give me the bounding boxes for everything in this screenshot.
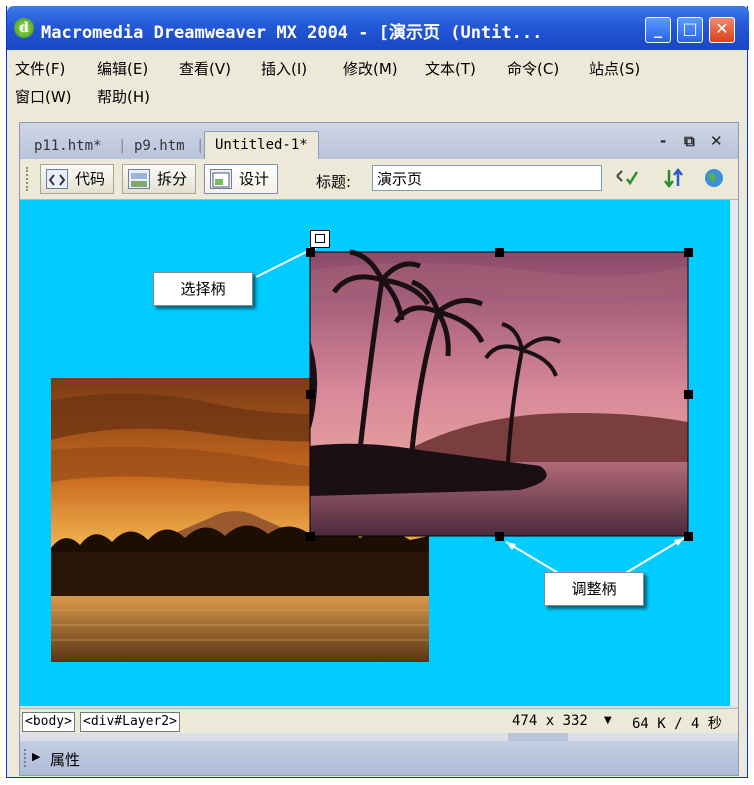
doc-minimize-icon[interactable]: - bbox=[660, 132, 666, 150]
validate-markup-icon[interactable] bbox=[614, 167, 640, 191]
code-view-icon bbox=[46, 169, 68, 189]
minimize-button[interactable]: _ bbox=[645, 17, 671, 43]
close-button[interactable]: ✕ bbox=[709, 17, 735, 43]
resize-handle-top[interactable] bbox=[495, 248, 504, 257]
split-view-icon bbox=[128, 169, 150, 189]
resize-handle-bottom[interactable] bbox=[495, 532, 504, 541]
download-size-readout: 64 K / 4 秒 bbox=[632, 716, 722, 732]
resize-handle-top-right[interactable] bbox=[684, 248, 693, 257]
document-tab-strip: p11.htm* | p9.htm | Untitled-1* - ⧉ ✕ bbox=[20, 123, 738, 160]
menu-bar: 文件(F) 编辑(E) 查看(V) 插入(I) 修改(M) 文本(T) 命令(C… bbox=[7, 52, 749, 114]
resize-handle-callout: 调整柄 bbox=[544, 572, 644, 606]
status-bar: <body> <div#Layer2> 474 x 332 ▼ 64 K / 4… bbox=[20, 708, 738, 733]
menu-modify[interactable]: 修改(M) bbox=[343, 58, 398, 79]
tab-separator: | bbox=[118, 138, 127, 154]
panel-grip[interactable] bbox=[24, 749, 30, 767]
panel-splitter[interactable] bbox=[508, 733, 568, 741]
page-title-input[interactable] bbox=[372, 165, 602, 191]
layer-select-handle-icon[interactable] bbox=[310, 230, 330, 248]
select-handle-callout: 选择柄 bbox=[153, 272, 253, 306]
tag-selector-body[interactable]: <body> bbox=[22, 712, 75, 732]
tab-untitled-1[interactable]: Untitled-1* bbox=[204, 131, 319, 160]
window-title: Macromedia Dreamweaver MX 2004 - [演示页 (U… bbox=[41, 23, 543, 43]
menu-insert[interactable]: 插入(I) bbox=[261, 58, 307, 79]
menu-text[interactable]: 文本(T) bbox=[425, 58, 476, 79]
window-size-readout[interactable]: 474 x 332 bbox=[512, 713, 588, 729]
maximize-button[interactable]: □ bbox=[677, 17, 703, 43]
window-size-dropdown-icon[interactable]: ▼ bbox=[604, 715, 612, 726]
resize-handle-left[interactable] bbox=[306, 390, 315, 399]
preview-in-browser-icon[interactable] bbox=[702, 167, 728, 191]
resize-handle-bottom-right[interactable] bbox=[684, 532, 693, 541]
menu-view[interactable]: 查看(V) bbox=[179, 58, 231, 79]
tab-p11[interactable]: p11.htm* bbox=[34, 133, 101, 159]
title-bar[interactable]: d Macromedia Dreamweaver MX 2004 - [演示页 … bbox=[7, 6, 749, 50]
split-view-label: 拆分 bbox=[157, 170, 188, 188]
file-transfer-icon[interactable] bbox=[662, 167, 688, 191]
doc-restore-icon[interactable]: ⧉ bbox=[684, 132, 695, 150]
document-toolbar: 代码 拆分 设计 标题: bbox=[20, 159, 738, 200]
document-window: p11.htm* | p9.htm | Untitled-1* - ⧉ ✕ 代码… bbox=[19, 122, 739, 776]
split-view-button[interactable]: 拆分 bbox=[122, 164, 197, 194]
design-view-button[interactable]: 设计 bbox=[204, 164, 279, 194]
menu-site[interactable]: 站点(S) bbox=[589, 58, 640, 79]
tab-p9[interactable]: p9.htm bbox=[134, 133, 185, 159]
doc-close-icon[interactable]: ✕ bbox=[710, 132, 723, 150]
toolbar-grip[interactable] bbox=[26, 167, 32, 191]
app-window: d Macromedia Dreamweaver MX 2004 - [演示页 … bbox=[6, 6, 749, 778]
page-title-label: 标题: bbox=[316, 173, 352, 191]
menu-help[interactable]: 帮助(H) bbox=[97, 86, 150, 107]
expand-arrow-icon[interactable]: ▶ bbox=[32, 750, 40, 763]
menu-window[interactable]: 窗口(W) bbox=[15, 86, 72, 107]
palm-tree-image-right[interactable] bbox=[309, 249, 689, 537]
menu-file[interactable]: 文件(F) bbox=[15, 58, 65, 79]
design-view-icon bbox=[210, 169, 232, 189]
code-view-label: 代码 bbox=[75, 170, 106, 188]
dreamweaver-app-icon: d bbox=[14, 18, 34, 38]
code-view-button[interactable]: 代码 bbox=[40, 164, 115, 194]
properties-panel-header[interactable]: ▶ 属性 bbox=[20, 741, 738, 775]
resize-handle-right[interactable] bbox=[684, 390, 693, 399]
design-view-label: 设计 bbox=[239, 170, 270, 188]
properties-panel-label: 属性 bbox=[50, 751, 81, 769]
resize-handle-bottom-left[interactable] bbox=[306, 532, 315, 541]
tag-selector-layer2[interactable]: <div#Layer2> bbox=[80, 712, 180, 732]
menu-edit[interactable]: 编辑(E) bbox=[97, 58, 148, 79]
menu-commands[interactable]: 命令(C) bbox=[507, 58, 559, 79]
design-canvas[interactable]: 选择柄 调整柄 bbox=[20, 200, 738, 706]
canvas-vertical-scrollbar[interactable] bbox=[730, 200, 738, 706]
resize-handle-top-left[interactable] bbox=[306, 248, 315, 257]
